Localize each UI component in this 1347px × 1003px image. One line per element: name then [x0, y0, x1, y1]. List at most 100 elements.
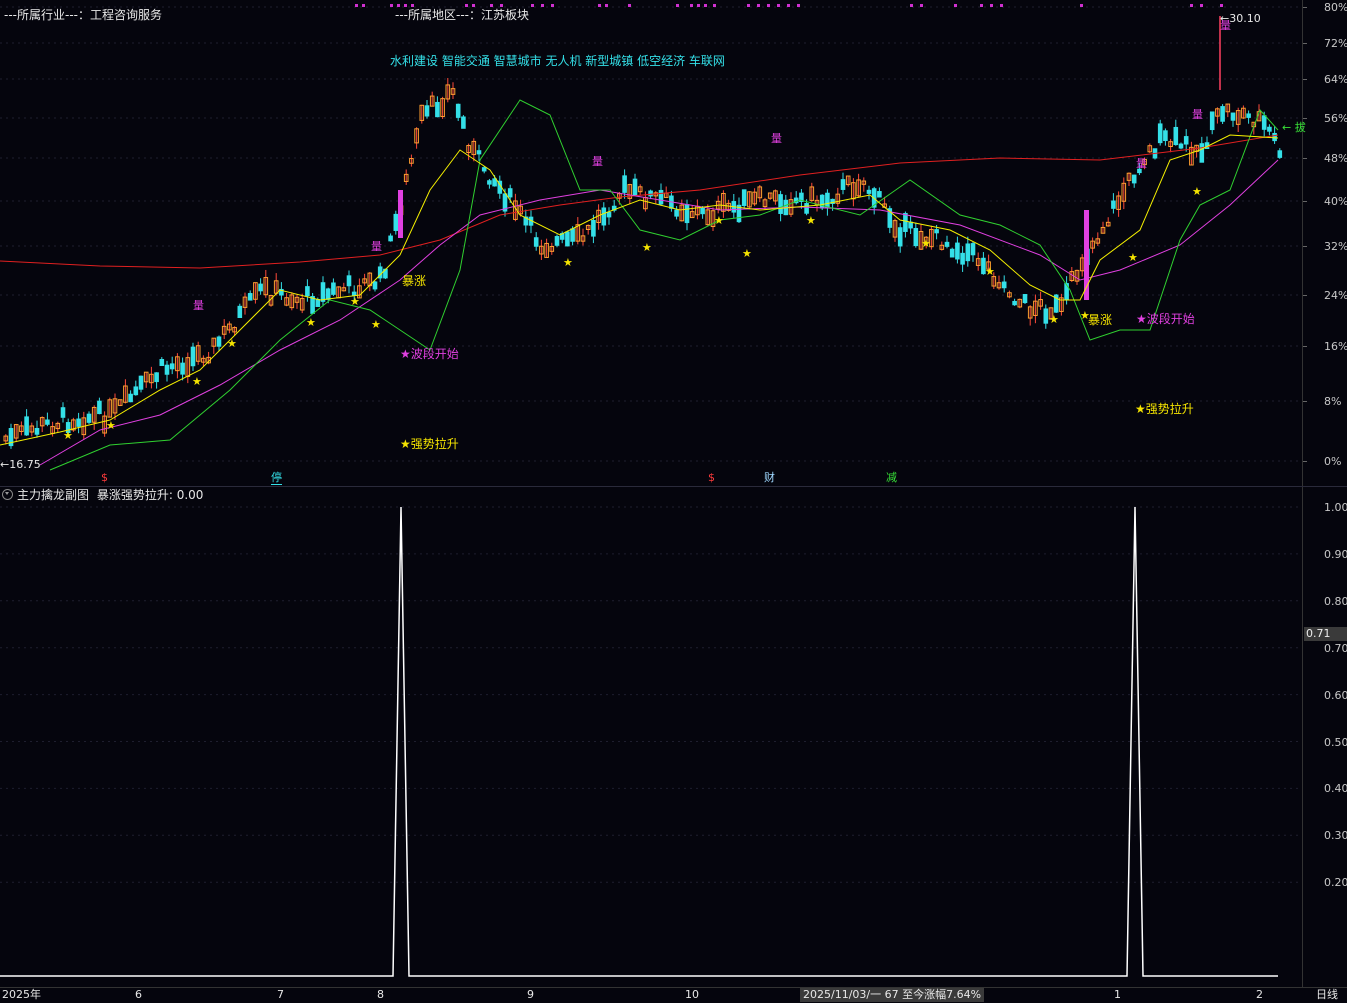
candle [331, 282, 336, 295]
candle [1199, 143, 1205, 163]
sub-axis-label: 0.50 [1324, 735, 1347, 749]
star-icon: ★ [563, 256, 573, 269]
volume-marker: 量 [371, 240, 382, 253]
candle [492, 178, 497, 187]
candle [601, 207, 607, 226]
candle [908, 221, 913, 229]
candle [455, 103, 461, 118]
star-icon: ★ [642, 241, 652, 254]
time-axis-label: 2 [1256, 988, 1263, 1001]
signal-dot [757, 4, 760, 7]
candle [346, 275, 352, 287]
low-price-label: ←16.75 [0, 458, 41, 471]
price-axis-label: 64% [1324, 73, 1347, 86]
volume-marker: 量 [771, 132, 782, 145]
signal-dot [704, 4, 707, 7]
signal-dot [777, 4, 780, 7]
star-icon: ★ [192, 375, 202, 388]
volume-marker: 量 [1192, 108, 1203, 121]
candle [372, 281, 378, 290]
sub-axis-label: 1.00 [1324, 501, 1347, 514]
signal-dot [690, 4, 693, 7]
candle [684, 204, 690, 224]
signal-dot [1220, 4, 1223, 7]
candle [1277, 150, 1283, 158]
signal-dot [355, 4, 358, 7]
signal-dot [362, 4, 365, 7]
candle [1022, 294, 1028, 304]
candle [86, 413, 92, 423]
candle [570, 228, 575, 242]
range-info: 2025/11/03/一 67 至今涨幅7.64% [800, 988, 985, 1002]
wave-start-label: ★波段开始 [1136, 312, 1195, 326]
star-icon: ★ [1128, 251, 1138, 264]
candle [507, 188, 513, 198]
candle [1272, 132, 1277, 142]
candle [825, 192, 830, 209]
time-axis-label: 1 [1114, 988, 1121, 1001]
candle [487, 180, 492, 185]
candle [461, 116, 466, 129]
candle [1178, 143, 1184, 149]
signal-dot [1080, 4, 1083, 7]
candle [128, 393, 133, 403]
sub-axis-label: 0.60 [1324, 688, 1347, 702]
candle [1183, 136, 1189, 145]
signal-dot [531, 4, 534, 7]
candle [159, 359, 165, 366]
candle [133, 386, 139, 396]
candle [1157, 123, 1163, 144]
candle [1163, 130, 1168, 142]
star-icon: ★ [1049, 313, 1059, 326]
candle [554, 236, 560, 246]
signal-dot [411, 4, 414, 7]
price-axis-label: 72% [1324, 37, 1347, 50]
candle [533, 237, 539, 247]
candle [960, 252, 965, 265]
candle [476, 150, 482, 155]
candle [913, 227, 919, 247]
candle [804, 203, 809, 214]
signal-dot [910, 4, 913, 7]
signal-dot [404, 4, 407, 7]
period-selector[interactable]: 日线 [1316, 988, 1338, 1002]
signal-dot [697, 4, 700, 7]
time-axis-label: 9 [527, 988, 534, 1001]
candle [97, 400, 102, 415]
dividend-marker[interactable]: $ [101, 472, 108, 484]
candle [60, 407, 66, 418]
sub-axis-label: 0.20 [1324, 876, 1347, 890]
surge-label: 暴涨 [402, 274, 427, 288]
signal-dot [954, 4, 957, 7]
signal-dot [1190, 4, 1193, 7]
sub-axis-label: 0.70 [1324, 641, 1347, 655]
candle [903, 212, 908, 232]
candle [1173, 126, 1179, 146]
reduce-marker[interactable]: 减 [886, 472, 897, 484]
price-axis-label: 80% [1324, 1, 1347, 14]
candle [674, 209, 679, 217]
candle [180, 362, 185, 375]
candle [1111, 200, 1116, 209]
dividend-marker[interactable]: $ [708, 472, 715, 484]
candle [325, 288, 331, 300]
candle [622, 175, 627, 193]
right-edge-tag: ← 拔 [1282, 121, 1306, 134]
sub-indicator-chart[interactable] [0, 487, 1300, 987]
concept-tags: 水利建设 智能交通 智慧城市 无人机 新型城镇 低空经济 车联网 [390, 54, 725, 68]
suspend-marker[interactable]: 停 [271, 472, 282, 485]
star-icon: ★ [985, 265, 995, 278]
candle [648, 190, 653, 197]
price-axis-label: 40% [1324, 195, 1347, 208]
candle [1230, 112, 1236, 121]
signal-dot [605, 4, 608, 7]
signal-dot [747, 4, 750, 7]
candle [700, 207, 705, 215]
signal-dot [797, 4, 800, 7]
signal-dot [1200, 4, 1203, 7]
region-label: ---所属地区---：江苏板块 [395, 8, 529, 22]
finance-marker[interactable]: 财 [764, 472, 775, 484]
star-icon: ★ [1192, 185, 1202, 198]
price-axis-label: 48% [1324, 152, 1347, 165]
candle [169, 363, 175, 370]
